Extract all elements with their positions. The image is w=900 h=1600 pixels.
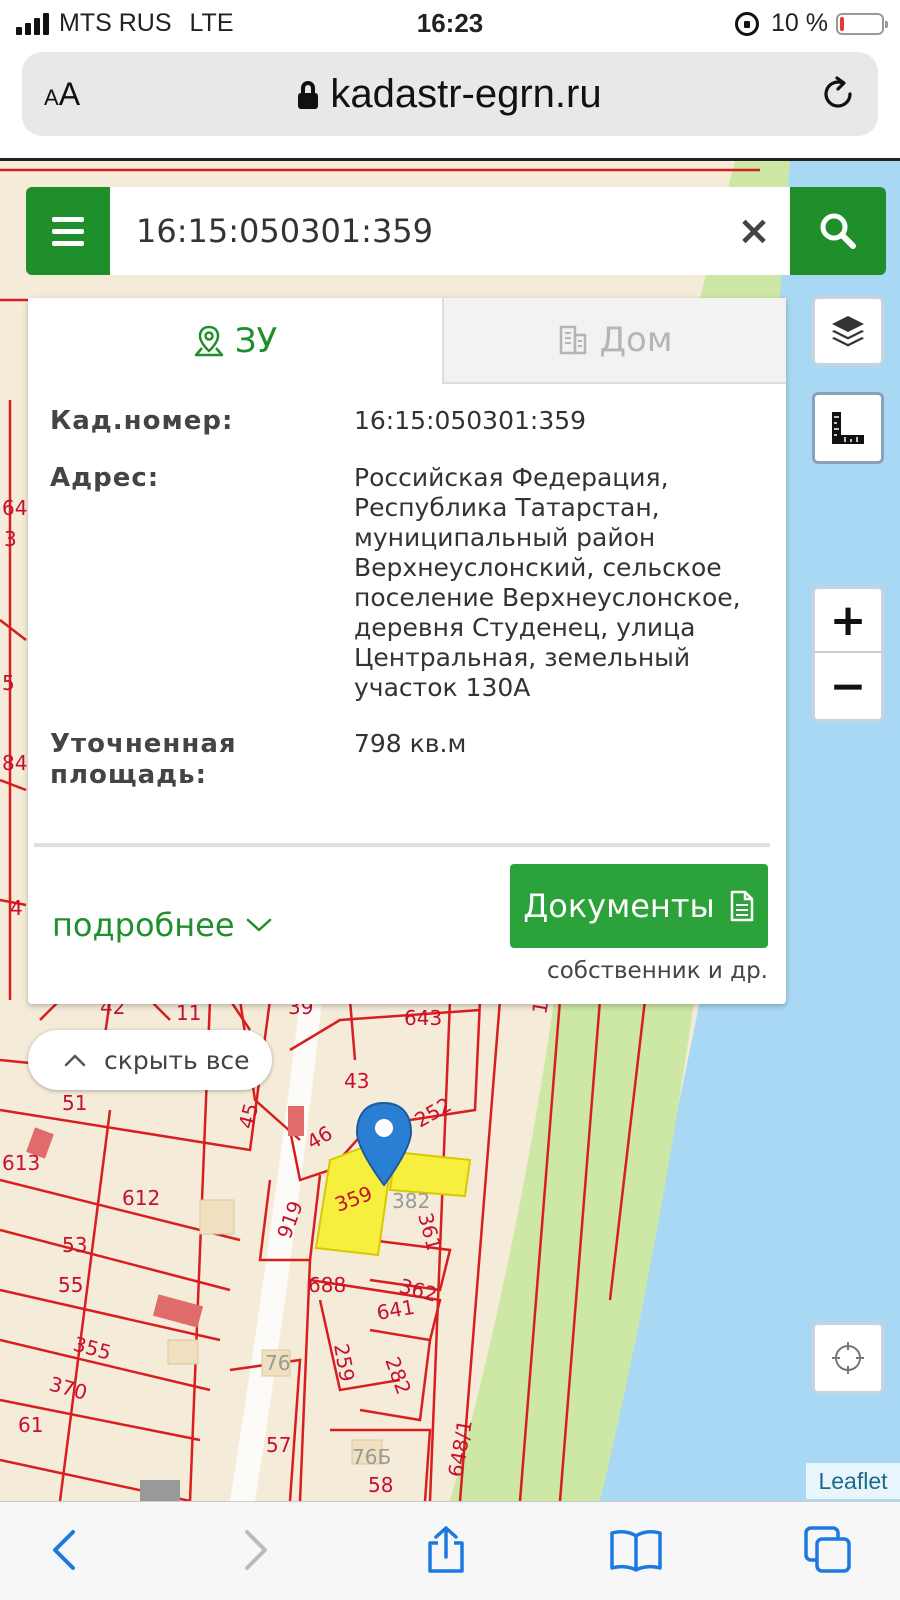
- info-tabs: ЗУ Дом: [28, 298, 786, 384]
- documents-label: Документы: [523, 887, 715, 925]
- parcel-label: 57: [266, 1433, 291, 1457]
- share-icon: [428, 1526, 464, 1573]
- parcel-label: 643: [404, 1006, 442, 1030]
- chevron-left-icon: [53, 1530, 75, 1570]
- hide-all-label: скрыть все: [104, 1045, 250, 1075]
- detail-row-cad-number: Кад.номер: 16:15:050301:359: [50, 406, 770, 437]
- layers-button[interactable]: [812, 296, 884, 366]
- search-icon: [820, 213, 856, 249]
- status-right: 10 %: [735, 9, 888, 38]
- locate-button[interactable]: [812, 1322, 884, 1394]
- clear-search-button[interactable]: ×: [732, 209, 776, 253]
- detail-value: 798 кв.м: [354, 729, 467, 758]
- parcel-label: 613: [2, 1151, 40, 1175]
- layers-icon: [832, 316, 864, 347]
- parcel-label: 382: [392, 1189, 430, 1213]
- parcel-label: 51: [62, 1091, 87, 1115]
- detail-label: Кад.номер:: [50, 406, 234, 436]
- parcel-label: 688: [308, 1273, 346, 1297]
- card-divider: [34, 843, 770, 847]
- chevron-down-icon: [246, 918, 271, 932]
- parcel-label: 53: [62, 1233, 87, 1257]
- url-text: kadastr-egrn.ru: [330, 72, 602, 116]
- detail-row-address: Адрес: Российская Федерация, Республика …: [50, 463, 770, 703]
- parcel-label: 4: [10, 896, 23, 920]
- measure-button[interactable]: [812, 392, 884, 464]
- zoom-out-button[interactable]: −: [815, 655, 881, 719]
- zoom-control: + −: [812, 586, 884, 722]
- battery-icon: [836, 12, 888, 35]
- parcel-label: 11: [176, 1001, 201, 1025]
- lock-icon: [298, 80, 319, 109]
- tabs-icon: [804, 1526, 851, 1573]
- reload-icon[interactable]: [820, 76, 856, 112]
- search-field: ×: [110, 187, 790, 275]
- parcel-label: 76Б: [352, 1445, 391, 1469]
- parcel-label: 3: [4, 527, 17, 551]
- search-button[interactable]: [790, 187, 886, 275]
- battery-percent: 10 %: [771, 9, 828, 37]
- building-icon: [560, 325, 587, 355]
- chevron-up-icon: [64, 1054, 86, 1067]
- detail-value: Российская Федерация, Республика Татарст…: [354, 463, 741, 702]
- share-button[interactable]: [416, 1520, 476, 1580]
- menu-button[interactable]: [26, 187, 110, 275]
- search-input[interactable]: [110, 187, 670, 275]
- parcel-info-card: ЗУ Дом Кад.номер: 16:15:050301:359 Адрес…: [28, 298, 786, 1004]
- book-icon: [610, 1530, 662, 1572]
- document-icon: [730, 890, 753, 922]
- detail-value: 16:15:050301:359: [354, 406, 587, 435]
- tab-zu-label: ЗУ: [234, 321, 278, 361]
- status-bar: MTS RUS LTE 16:23 10 %: [0, 0, 900, 46]
- orientation-lock-icon: [735, 11, 760, 36]
- parcel-label: 61: [18, 1413, 43, 1437]
- zoom-in-button[interactable]: +: [815, 589, 881, 653]
- parcel-label: 43: [344, 1069, 369, 1093]
- tab-dom[interactable]: Дом: [442, 298, 786, 384]
- ruler-icon: [832, 412, 864, 444]
- map-pin-icon: [194, 325, 223, 357]
- tab-dom-label: Дом: [599, 320, 673, 360]
- parcel-details: Кад.номер: 16:15:050301:359 Адрес: Росси…: [50, 406, 770, 817]
- search-bar: ×: [26, 187, 886, 275]
- parcel-label: 76: [265, 1351, 290, 1375]
- documents-button[interactable]: Документы: [510, 864, 768, 948]
- tabs-button[interactable]: [798, 1520, 858, 1580]
- leaflet-attribution[interactable]: Leaflet: [806, 1463, 900, 1499]
- tab-zu[interactable]: ЗУ: [28, 298, 442, 384]
- crosshair-icon: [832, 1342, 864, 1374]
- detail-row-area: Уточненная площадь: 798 кв.м: [50, 729, 770, 791]
- url-display[interactable]: kadastr-egrn.ru: [22, 72, 878, 117]
- detail-label: Уточненная площадь:: [50, 729, 237, 790]
- chevron-right-icon: [245, 1530, 267, 1570]
- parcel-label: 64: [2, 496, 27, 520]
- parcel-label: 55: [58, 1273, 83, 1297]
- bookmarks-button[interactable]: [606, 1520, 666, 1580]
- more-details-link[interactable]: подробнее: [52, 906, 273, 944]
- hide-all-button[interactable]: скрыть все: [28, 1030, 272, 1090]
- browser-toolbar: [0, 1501, 900, 1600]
- detail-label: Адрес:: [50, 463, 160, 493]
- documents-subtitle: собственник и др.: [547, 958, 768, 984]
- parcel-label: 58: [368, 1473, 393, 1497]
- parcel-label: 612: [122, 1186, 160, 1210]
- forward-button[interactable]: [226, 1520, 286, 1580]
- back-button[interactable]: [34, 1520, 94, 1580]
- parcel-label: 84: [2, 751, 27, 775]
- address-bar[interactable]: AA kadastr-egrn.ru: [22, 52, 878, 136]
- parcel-label: 5: [2, 671, 15, 695]
- more-details-label: подробнее: [52, 906, 235, 944]
